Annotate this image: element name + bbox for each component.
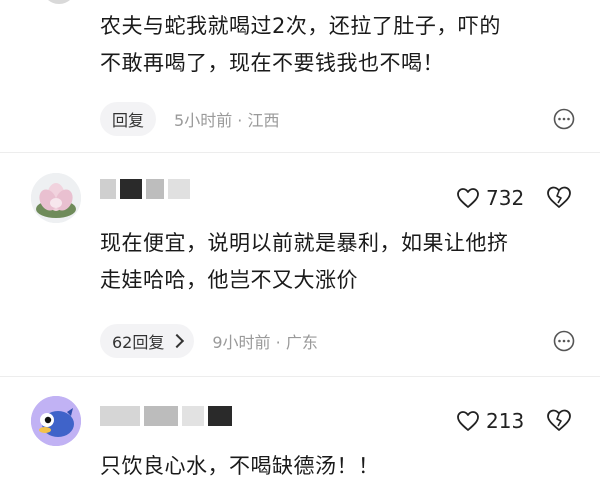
divider bbox=[0, 376, 600, 377]
comment-timestamp-location: 9小时前 · 广东 bbox=[212, 333, 318, 352]
more-icon[interactable] bbox=[549, 104, 579, 134]
comment-text-line: 只饮良心水，不喝缺德汤！！ bbox=[100, 454, 380, 478]
broken-heart-icon[interactable] bbox=[546, 408, 576, 438]
like-count: 732 bbox=[486, 186, 525, 210]
reply-label: 62回复 bbox=[112, 333, 165, 352]
username-redacted[interactable] bbox=[100, 178, 190, 200]
comment-text-line: 不敢再喝了，现在不要钱我也不喝！ bbox=[100, 51, 444, 75]
comment-meta-row: 回复 5小时前 · 江西 bbox=[100, 101, 279, 137]
comment-text-line: 农夫与蛇我就喝过2次，还拉了肚子，吓的 bbox=[100, 14, 501, 38]
like-count: 213 bbox=[486, 409, 525, 433]
heart-icon bbox=[457, 411, 479, 431]
heart-icon bbox=[457, 188, 479, 208]
reply-button[interactable]: 回复 bbox=[100, 102, 157, 136]
like-button[interactable]: 732 bbox=[456, 186, 524, 210]
username-redacted[interactable] bbox=[100, 405, 232, 427]
comment-text-line: 走娃哈哈，他岂不又大涨价 bbox=[100, 268, 358, 292]
comment-timestamp-location: 5小时前 · 江西 bbox=[174, 111, 280, 130]
reply-button[interactable]: 62回复 bbox=[100, 324, 195, 358]
comment-text: 只饮良心水，不喝缺德汤！！ bbox=[100, 448, 580, 485]
avatar[interactable] bbox=[31, 396, 81, 446]
comment-text-line: 现在便宜，说明以前就是暴利，如果让他挤 bbox=[100, 231, 509, 255]
broken-heart-icon[interactable] bbox=[546, 185, 576, 215]
avatar-partial[interactable] bbox=[42, 0, 76, 4]
comment-text: 农夫与蛇我就喝过2次，还拉了肚子，吓的 不敢再喝了，现在不要钱我也不喝！ bbox=[100, 8, 580, 82]
reply-label: 回复 bbox=[112, 111, 145, 130]
chevron-right-icon bbox=[170, 333, 185, 349]
like-button[interactable]: 213 bbox=[456, 409, 524, 433]
avatar[interactable] bbox=[31, 173, 81, 223]
comment-meta-row: 62回复 9小时前 · 广东 bbox=[100, 323, 318, 359]
more-icon[interactable] bbox=[549, 326, 579, 356]
divider bbox=[0, 152, 600, 153]
comment-text: 现在便宜，说明以前就是暴利，如果让他挤 走娃哈哈，他岂不又大涨价 bbox=[100, 225, 580, 299]
